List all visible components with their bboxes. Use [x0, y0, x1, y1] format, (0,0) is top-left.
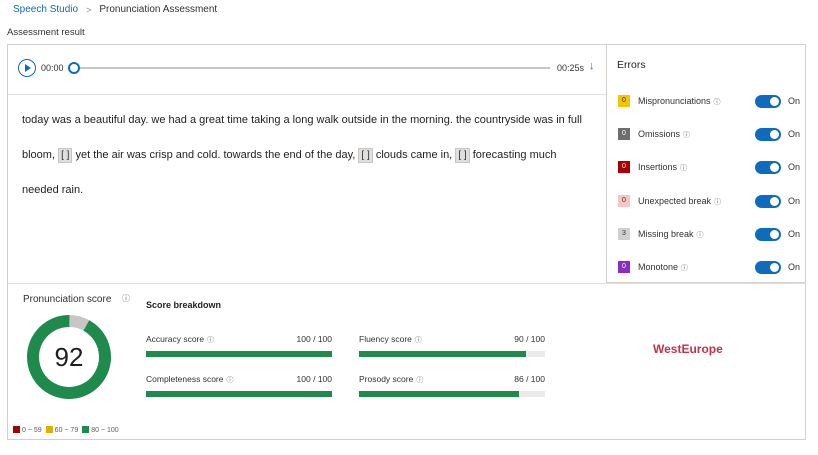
breadcrumb: Speech Studio > Pronunciation Assessment	[13, 4, 217, 15]
info-icon[interactable]: ⓘ	[122, 293, 130, 304]
pronunciation-score-donut: 92	[27, 315, 111, 399]
error-toggle[interactable]	[755, 261, 781, 274]
error-label: Omissions ⓘ	[638, 129, 691, 139]
metric-value: 86 / 100	[514, 374, 545, 384]
transcript-segment: yet the air was crisp and cold. towards …	[75, 149, 356, 161]
score-metric: Fluency score ⓘ 90 / 100	[359, 334, 545, 358]
error-label: Mispronunciations ⓘ	[638, 96, 721, 106]
error-label: Missing break ⓘ	[638, 229, 704, 239]
legend-swatch	[82, 426, 90, 433]
error-row: 0 Monotone ⓘ On	[618, 261, 803, 275]
transcript-segment: clouds came in,	[375, 149, 453, 161]
pronunciation-score-value: 92	[55, 342, 84, 372]
error-toggle[interactable]	[755, 95, 781, 108]
error-row: 0 Omissions ⓘ On	[618, 128, 803, 142]
legend-item: 60 ~ 79	[45, 426, 78, 434]
metric-bar-fill	[146, 391, 332, 397]
toggle-state-label: On	[788, 196, 801, 206]
error-count-badge: 0	[618, 261, 630, 273]
metric-bar-fill	[146, 351, 332, 357]
missing-break-marker[interactable]: [ ]	[358, 148, 373, 163]
error-count-badge: 0	[618, 161, 630, 173]
legend-item: 0 ~ 59	[13, 426, 42, 434]
toggle-state-label: On	[788, 129, 801, 139]
time-end: 00:25s	[557, 63, 585, 73]
error-label: Insertions ⓘ	[638, 162, 688, 172]
info-icon[interactable]: ⓘ	[697, 232, 704, 239]
metric-bar-fill	[359, 391, 519, 397]
error-row: 3 Missing break ⓘ On	[618, 228, 803, 242]
legend-swatch	[13, 426, 20, 433]
toggle-state-label: On	[788, 96, 801, 106]
toggle-state-label: On	[788, 229, 801, 239]
download-icon[interactable]: ↓	[589, 60, 595, 72]
error-count-badge: 0	[618, 128, 630, 140]
metric-value: 100 / 100	[296, 334, 332, 344]
metric-label: Completeness score ⓘ	[146, 374, 234, 384]
region-label: WestEurope	[653, 342, 723, 356]
error-toggle[interactable]	[755, 195, 781, 208]
info-icon[interactable]: ⓘ	[680, 165, 687, 172]
error-label: Monotone ⓘ	[638, 262, 689, 272]
error-row: 0 Unexpected break ⓘ On	[618, 195, 803, 209]
missing-break-marker[interactable]: [ ]	[455, 148, 470, 163]
section-title: Assessment result	[7, 27, 85, 38]
audio-progress-thumb[interactable]	[68, 62, 80, 74]
legend-swatch	[45, 426, 53, 433]
info-icon[interactable]: ⓘ	[714, 99, 721, 106]
info-icon[interactable]: ⓘ	[226, 377, 233, 384]
error-count-badge: 0	[618, 95, 630, 107]
chevron-right-icon: >	[86, 4, 92, 15]
metric-label: Accuracy score ⓘ	[146, 334, 215, 344]
score-legend: 0 ~ 59 60 ~ 79 80 ~ 100	[13, 426, 119, 434]
score-metric: Accuracy score ⓘ 100 / 100	[146, 334, 332, 358]
metric-label: Prosody score ⓘ	[359, 374, 424, 384]
error-toggle[interactable]	[755, 161, 781, 174]
metric-bar	[146, 391, 332, 397]
score-breakdown-title: Score breakdown	[146, 300, 222, 310]
error-row: 0 Insertions ⓘ On	[618, 161, 803, 175]
audio-player: 00:00 00:25s ↓	[8, 45, 606, 95]
time-start: 00:00	[41, 63, 64, 73]
info-icon[interactable]: ⓘ	[683, 132, 690, 139]
scores-section: Pronunciation score ⓘ 92 0 ~ 59 60 ~ 79 80…	[8, 283, 806, 439]
metric-bar-fill	[359, 351, 527, 357]
metric-bar	[359, 391, 545, 397]
score-metric: Prosody score ⓘ 86 / 100	[359, 374, 545, 398]
info-icon[interactable]: ⓘ	[415, 337, 422, 344]
error-label: Unexpected break ⓘ	[638, 196, 722, 206]
error-row: 0 Mispronunciations ⓘ On	[618, 95, 803, 109]
score-metric: Completeness score ⓘ 100 / 100	[146, 374, 332, 398]
audio-progress-track[interactable]	[74, 67, 550, 69]
metric-label: Fluency score ⓘ	[359, 334, 422, 344]
metric-value: 100 / 100	[296, 374, 332, 384]
metric-bar	[146, 351, 332, 357]
errors-panel: Errors 0 Mispronunciations ⓘ On 0 Omissions ⓘ O…	[606, 45, 806, 283]
play-icon[interactable]	[18, 59, 36, 77]
breadcrumb-speech-studio-link[interactable]: Speech Studio	[13, 4, 78, 15]
metric-value: 90 / 100	[514, 334, 545, 344]
error-toggle[interactable]	[755, 128, 781, 141]
info-icon[interactable]: ⓘ	[714, 199, 721, 206]
assessment-card: 00:00 00:25s ↓ today was a beautiful day…	[7, 44, 806, 440]
info-icon[interactable]: ⓘ	[681, 265, 688, 272]
missing-break-marker[interactable]: [ ]	[58, 148, 73, 163]
error-count-badge: 3	[618, 228, 630, 240]
breadcrumb-current: Pronunciation Assessment	[99, 4, 218, 15]
legend-item: 80 ~ 100	[82, 426, 119, 434]
transcript-text: today was a beautiful day. we had a grea…	[22, 103, 592, 208]
metric-bar	[359, 351, 545, 357]
error-toggle[interactable]	[755, 228, 781, 241]
pronunciation-score-title: Pronunciation score	[23, 294, 112, 305]
error-count-badge: 0	[618, 195, 630, 207]
errors-title: Errors	[617, 59, 646, 71]
info-icon[interactable]: ⓘ	[416, 377, 423, 384]
toggle-state-label: On	[788, 162, 801, 172]
toggle-state-label: On	[788, 262, 801, 272]
info-icon[interactable]: ⓘ	[207, 337, 214, 344]
